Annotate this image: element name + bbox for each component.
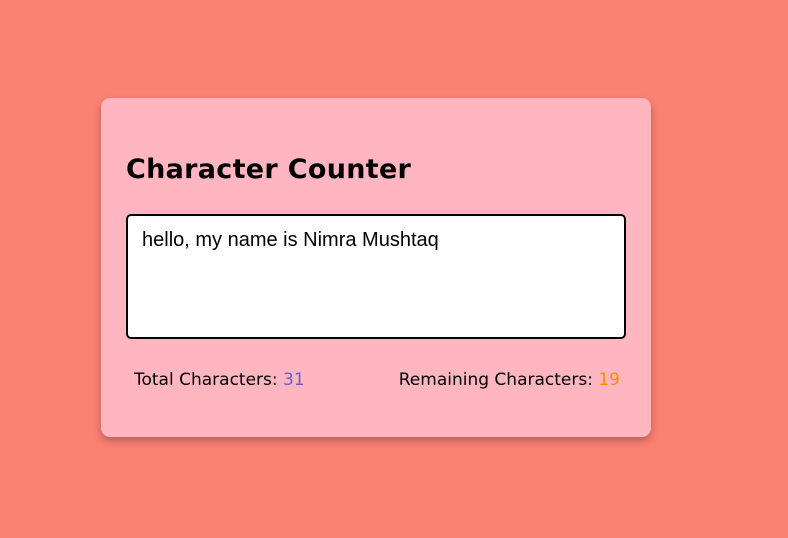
character-counter-card: Character Counter hello, my name is Nimr… — [101, 98, 651, 437]
remaining-characters-value: 19 — [598, 370, 620, 390]
page-title: Character Counter — [126, 154, 412, 185]
remaining-characters-label: Remaining Characters: — [398, 370, 593, 390]
remaining-characters-stat: Remaining Characters: 19 — [399, 370, 620, 390]
stats-row: Total Characters: 31 Remaining Character… — [134, 368, 620, 392]
total-characters-value: 31 — [283, 370, 305, 390]
text-input[interactable]: hello, my name is Nimra Mushtaq — [126, 214, 626, 339]
total-characters-label: Total Characters: — [134, 370, 278, 390]
total-characters-stat: Total Characters: 31 — [134, 370, 305, 390]
